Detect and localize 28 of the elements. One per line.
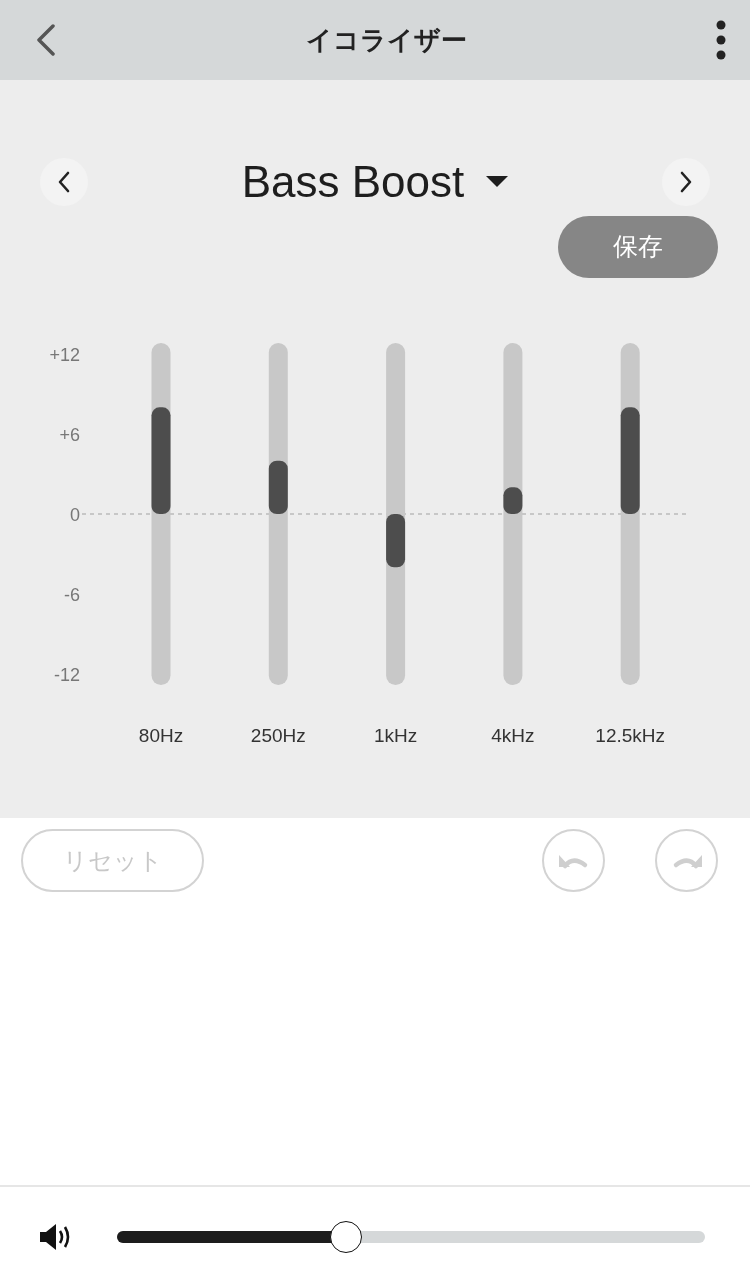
next-preset-button[interactable]: [662, 158, 710, 206]
gain-bar[interactable]: [620, 407, 640, 514]
gain-bar[interactable]: [386, 514, 406, 568]
axis-label: +6: [59, 425, 80, 445]
volume-slider[interactable]: [117, 1219, 705, 1254]
back-icon[interactable]: [36, 24, 56, 56]
band-label: 1kHz: [373, 725, 418, 746]
slider-track[interactable]: [503, 343, 523, 685]
band-label: 250Hz: [250, 725, 306, 746]
volume-thumb[interactable]: [330, 1220, 363, 1253]
axis-label: -12: [54, 665, 80, 685]
more-menu-icon[interactable]: [716, 20, 726, 60]
previous-preset-button[interactable]: [40, 158, 88, 206]
screen-title: イコライザー: [305, 23, 467, 57]
axis-label: +12: [49, 345, 80, 365]
gain-bar[interactable]: [268, 460, 288, 514]
axis-label: -6: [64, 585, 80, 605]
axis-label: 0: [70, 505, 80, 525]
chevron-right-icon: [679, 171, 693, 193]
band-label: 80Hz: [138, 725, 184, 746]
caret-icon: [486, 176, 509, 188]
save-button[interactable]: 保存: [558, 216, 718, 278]
band-label: 12.5kHz: [595, 725, 666, 746]
gain-bar[interactable]: [151, 407, 171, 514]
band-label: 4kHz: [491, 725, 535, 746]
preset-dropdown[interactable]: Bass Boost: [241, 149, 509, 215]
speaker-icon: [40, 1221, 72, 1252]
chevron-left-icon: [57, 171, 71, 193]
